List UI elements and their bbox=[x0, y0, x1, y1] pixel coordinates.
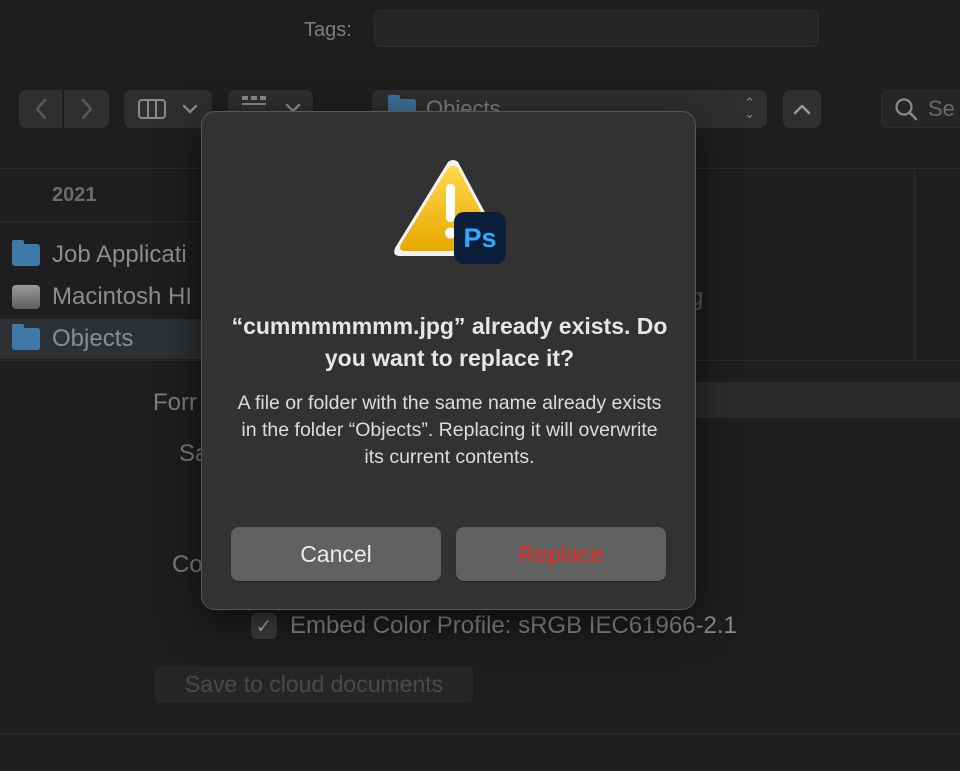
sidebar-item-label: Objects bbox=[52, 325, 134, 352]
folder-icon bbox=[12, 324, 40, 350]
folder-icon bbox=[12, 240, 40, 266]
hard-disk-icon bbox=[12, 285, 40, 309]
up-down-arrows-icon: ⌃ ⌄ bbox=[744, 95, 755, 121]
alert-message: A file or folder with the same name alre… bbox=[237, 392, 662, 468]
sidebar-item-objects[interactable]: Objects bbox=[0, 319, 210, 359]
color-label: Co bbox=[172, 551, 203, 578]
warning-icon: Ps bbox=[394, 160, 506, 264]
divider bbox=[0, 221, 210, 222]
replace-button[interactable]: Replace bbox=[456, 527, 666, 581]
search-placeholder: Se bbox=[928, 96, 955, 121]
format-label: Forr bbox=[153, 389, 197, 416]
sidebar-item-label: Macintosh HI bbox=[52, 283, 193, 310]
divider bbox=[0, 733, 960, 734]
save-to-cloud-button[interactable]: Save to cloud documents bbox=[155, 666, 473, 703]
sidebar-item-label: Job Applicati bbox=[52, 241, 187, 268]
back-button[interactable] bbox=[19, 90, 62, 128]
tags-label: Tags: bbox=[304, 19, 352, 41]
tags-input[interactable] bbox=[374, 10, 819, 47]
sidebar-item-macintosh-hd[interactable]: Macintosh HI bbox=[0, 277, 210, 317]
chevron-left-icon bbox=[35, 98, 46, 120]
parent-folder-button[interactable] bbox=[783, 90, 821, 128]
grid-icon bbox=[241, 96, 266, 105]
replace-file-alert: Ps “cummmmmmm.jpg” already exists. Do yo… bbox=[201, 111, 696, 610]
embed-color-profile-checkbox[interactable]: ✓ bbox=[251, 613, 277, 639]
view-mode-button[interactable] bbox=[124, 90, 212, 128]
chevron-up-icon bbox=[793, 104, 811, 115]
columns-view-icon bbox=[138, 99, 166, 119]
search-icon bbox=[895, 98, 918, 121]
chevron-down-icon bbox=[182, 104, 198, 114]
forward-button[interactable] bbox=[64, 90, 109, 128]
search-field[interactable]: Se bbox=[881, 90, 960, 128]
save-dialog-backdrop: Tags: Objects ⌃ ⌄ Se 2021 Job Applicati … bbox=[0, 0, 960, 771]
format-popup[interactable] bbox=[690, 382, 960, 418]
chevron-right-icon bbox=[81, 98, 92, 120]
checkmark-icon: ✓ bbox=[255, 615, 273, 638]
column-divider bbox=[914, 170, 915, 360]
sidebar-heading: 2021 bbox=[52, 184, 97, 206]
photoshop-badge-text: Ps bbox=[463, 223, 496, 253]
alert-title: “cummmmmmm.jpg” already exists. Do you w… bbox=[231, 313, 668, 371]
sidebar-item-job-applications[interactable]: Job Applicati bbox=[0, 235, 210, 275]
cancel-button[interactable]: Cancel bbox=[231, 527, 441, 581]
embed-color-profile-label: Embed Color Profile: sRGB IEC61966-2.1 bbox=[290, 612, 737, 639]
